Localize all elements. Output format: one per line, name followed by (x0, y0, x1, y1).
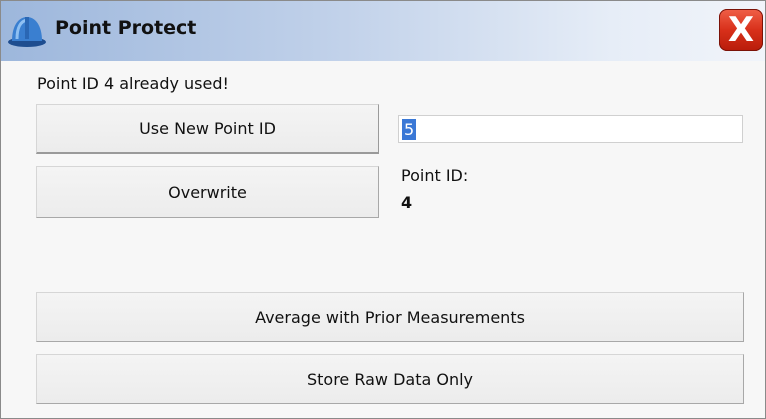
new-point-id-value: 5 (402, 119, 417, 140)
window-title: Point Protect (55, 17, 197, 39)
average-with-prior-button[interactable]: Average with Prior Measurements (36, 292, 744, 342)
use-new-point-id-button[interactable]: Use New Point ID (36, 104, 379, 154)
title-bar: Point Protect X (1, 1, 765, 61)
close-icon: X (727, 10, 755, 50)
new-point-id-input[interactable]: 5 (398, 115, 743, 143)
hard-hat-icon (8, 17, 46, 47)
store-raw-data-button[interactable]: Store Raw Data Only (36, 354, 744, 404)
point-id-value: 4 (401, 193, 413, 212)
point-protect-dialog: Point Protect X Point ID 4 already used!… (0, 0, 766, 419)
point-id-label: Point ID: (401, 166, 469, 185)
overwrite-button[interactable]: Overwrite (36, 166, 379, 218)
warning-message: Point ID 4 already used! (37, 74, 229, 93)
close-button[interactable]: X (719, 9, 763, 51)
